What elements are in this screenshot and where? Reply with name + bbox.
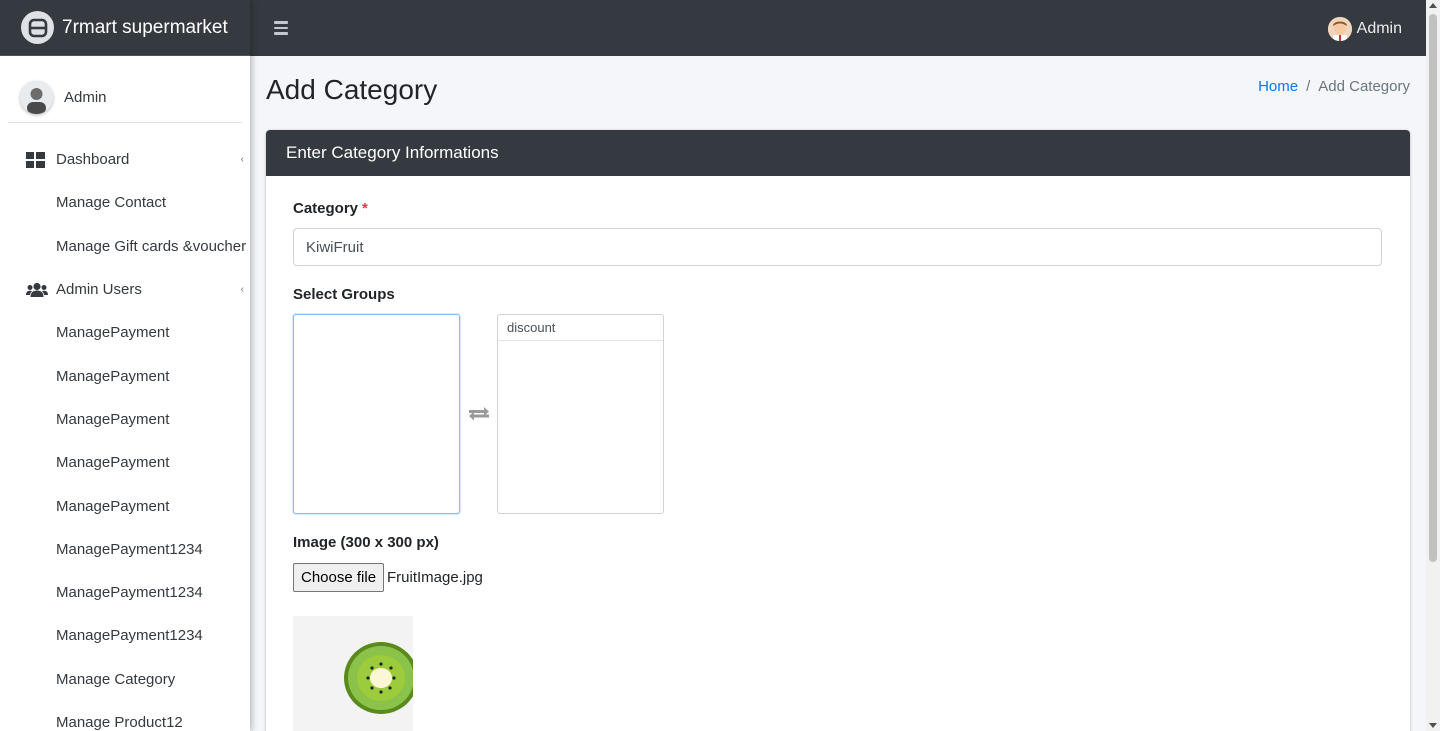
swap-arrows-icon[interactable] [468, 405, 490, 425]
sidebar-nav: Dashboard ‹ Manage Contact Manage Gift c… [0, 123, 250, 731]
brand-link[interactable]: 7rmart supermarket [0, 0, 250, 56]
sidebar-item-managepayment1234[interactable]: ManagePayment1234 [0, 614, 250, 657]
sidebar-user-panel[interactable]: Admin [8, 56, 242, 123]
chevron-left-icon: ‹ [240, 283, 244, 295]
brand-name: 7rmart supermarket [62, 16, 228, 38]
main-content: Add Category Home / Add Category Enter C… [250, 56, 1426, 731]
top-user-name: Admin [1356, 20, 1402, 37]
card-header: Enter Category Informations [266, 130, 1410, 176]
sidebar-item-label: Admin Users [56, 281, 142, 299]
sidebar-item-label: ManagePayment [56, 324, 170, 342]
available-groups-list[interactable] [293, 314, 460, 514]
category-label-text: Category [293, 200, 359, 217]
chevron-left-icon: ‹ [240, 154, 244, 165]
users-icon [26, 282, 48, 298]
list-item[interactable]: discount [498, 315, 663, 341]
breadcrumb-current: Add Category [1318, 78, 1410, 95]
sidebar-item-managepayment[interactable]: ManagePayment [0, 484, 250, 527]
sidebar-item-label: Manage Category [56, 670, 176, 688]
brand-logo-icon [21, 11, 54, 44]
sidebar-item-label: Dashboard [56, 151, 130, 169]
category-form-card: Enter Category Informations Category* Se… [266, 130, 1410, 731]
selected-groups-list[interactable]: discount [497, 314, 664, 514]
breadcrumb-home-link[interactable]: Home [1258, 78, 1298, 95]
user-avatar [1327, 17, 1352, 41]
sidebar-item-label: Manage Gift cards &voucher [56, 237, 247, 255]
menu-toggle-icon[interactable] [274, 21, 288, 35]
scrollbar-thumb[interactable] [1429, 14, 1437, 562]
scroll-down-icon[interactable] [1429, 723, 1437, 728]
sidebar-item-label: Manage Product12 [56, 714, 183, 731]
sidebar-item-managepayment[interactable]: ManagePayment [0, 354, 250, 397]
select-groups-label: Select Groups [293, 286, 395, 303]
required-marker: * [362, 200, 368, 217]
sidebar-item-label: ManagePayment1234 [56, 584, 203, 602]
top-user-menu[interactable]: Admin [1327, 17, 1402, 41]
sidebar-item-dashboard[interactable]: Dashboard ‹ [0, 138, 250, 181]
sidebar-item-manage-product12[interactable]: Manage Product12 [0, 701, 250, 731]
sidebar-item-label: ManagePayment [56, 454, 170, 472]
sidebar-item-label: ManagePayment1234 [56, 627, 203, 645]
sidebar-item-manage-contact[interactable]: Manage Contact [0, 181, 250, 224]
sidebar: 7rmart supermarket Admin Dashboard ‹ Man… [0, 0, 250, 731]
sidebar-item-managepayment[interactable]: ManagePayment [0, 441, 250, 484]
breadcrumb-separator: / [1306, 78, 1311, 95]
page-title: Add Category [266, 74, 438, 105]
sidebar-item-label: ManagePayment [56, 410, 170, 428]
sidebar-item-managepayment1234[interactable]: ManagePayment1234 [0, 571, 250, 614]
sidebar-item-managepayment[interactable]: ManagePayment [0, 311, 250, 354]
sidebar-item-label: ManagePayment [56, 497, 170, 515]
sidebar-item-label: ManagePayment [56, 367, 170, 385]
sidebar-item-manage-gift-cards[interactable]: Manage Gift cards &voucher [0, 225, 250, 268]
image-preview [293, 616, 413, 731]
choose-file-button[interactable]: Choose file [293, 563, 385, 592]
breadcrumb: Home / Add Category [1258, 78, 1410, 95]
selected-file-name: FruitImage.jpg [387, 569, 483, 586]
sidebar-item-label: Manage Contact [56, 194, 167, 212]
top-navbar: Admin [250, 0, 1426, 56]
sidebar-item-admin-users[interactable]: Admin Users ‹ [0, 268, 250, 311]
user-avatar [20, 81, 53, 114]
category-label: Category * [293, 200, 368, 217]
dashboard-icon [26, 151, 48, 168]
sidebar-item-manage-category[interactable]: Manage Category [0, 658, 250, 701]
sidebar-item-managepayment[interactable]: ManagePayment [0, 398, 250, 441]
sidebar-user-name: Admin [64, 89, 107, 106]
image-label: Image (300 x 300 px) [293, 534, 439, 551]
sidebar-item-label: ManagePayment1234 [56, 540, 203, 558]
page-scrollbar[interactable] [1426, 0, 1440, 731]
scroll-up-icon[interactable] [1429, 3, 1437, 8]
category-input[interactable] [293, 228, 1382, 266]
sidebar-item-managepayment1234[interactable]: ManagePayment1234 [0, 528, 250, 571]
